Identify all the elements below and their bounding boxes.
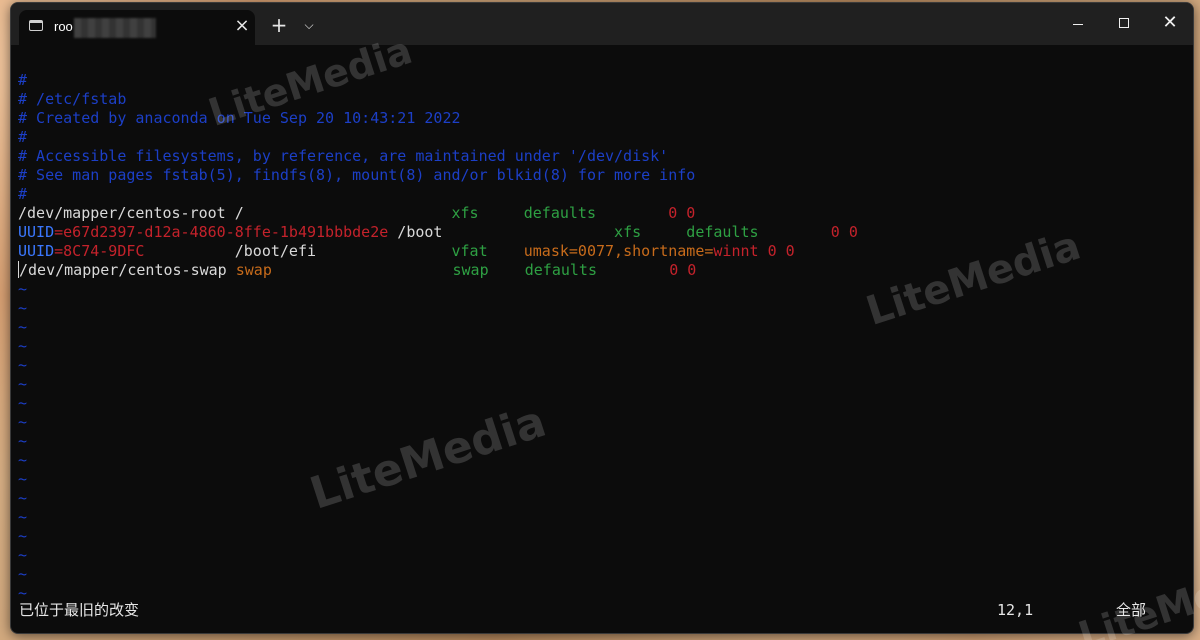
- line-segment: swap: [235, 261, 272, 279]
- line-segment: xfs: [614, 223, 642, 241]
- line-segment: [272, 261, 453, 279]
- cursor-position: 12,1: [997, 601, 1034, 619]
- file-line: # Accessible filesystems, by reference, …: [18, 147, 1188, 166]
- vim-editor-content[interactable]: # # /etc/fstab # Created by anaconda on Tu…: [18, 71, 1188, 601]
- file-line: # Created by anaconda on Tue Sep 20 10:4…: [18, 109, 1188, 128]
- empty-line-tilde: ~: [18, 546, 28, 564]
- close-button[interactable]: ✕: [1147, 3, 1193, 45]
- file-line: /dev/mapper/centos-root / xfs defaults 0…: [18, 204, 1188, 223]
- line-segment: defaults: [686, 223, 759, 241]
- minimize-button[interactable]: [1055, 3, 1101, 45]
- tab-close-icon[interactable]: ×: [233, 17, 251, 35]
- file-line: #: [18, 71, 1188, 90]
- line-segment: xfs: [451, 204, 479, 222]
- title-bar: roo × + ⌵ ✕: [11, 3, 1193, 45]
- maximize-button[interactable]: [1101, 3, 1147, 45]
- line-segment: =: [54, 223, 64, 241]
- line-segment: 0 0: [669, 261, 697, 279]
- file-line: #: [18, 128, 1188, 147]
- empty-line-tilde: ~: [18, 375, 28, 393]
- file-line: #: [18, 185, 1188, 204]
- line-segment: defaults: [524, 261, 597, 279]
- line-segment: # /etc/fstab: [18, 90, 127, 108]
- file-line: /dev/mapper/centos-swap swap swap defaul…: [18, 261, 1188, 280]
- line-segment: e67d2397-d12a-4860-8ffe-1b491bbbde2e: [63, 223, 389, 241]
- line-segment: [597, 261, 669, 279]
- empty-line-tilde: ~: [18, 356, 28, 374]
- empty-line-tilde: ~: [18, 508, 28, 526]
- line-segment: # See man pages fstab(5), findfs(8), mou…: [18, 166, 696, 184]
- line-segment: #: [18, 71, 28, 89]
- line-segment: 8C74-9DFC: [63, 242, 145, 260]
- tab-dropdown-button[interactable]: ⌵: [300, 17, 318, 33]
- empty-line-tilde: ~: [18, 394, 28, 412]
- line-segment: # Accessible filesystems, by reference, …: [18, 147, 669, 165]
- line-segment: UUID: [18, 223, 55, 241]
- line-segment: UUID: [18, 242, 55, 260]
- line-segment: /boot: [388, 223, 615, 241]
- line-segment: umask=0077,shortname=: [523, 242, 714, 260]
- line-segment: swap: [452, 261, 489, 279]
- status-message: 已位于最旧的改变: [19, 601, 140, 619]
- empty-line-tilde: ~: [18, 451, 28, 469]
- file-line: # /etc/fstab: [18, 90, 1188, 109]
- line-segment: 0 0: [668, 204, 696, 222]
- maximize-icon: [1119, 18, 1129, 28]
- new-tab-button[interactable]: +: [270, 15, 288, 35]
- file-line: # See man pages fstab(5), findfs(8), mou…: [18, 166, 1188, 185]
- line-segment: [596, 204, 668, 222]
- line-segment: [759, 223, 831, 241]
- line-segment: [488, 242, 524, 260]
- line-segment: # Created by anaconda on Tue Sep 20 10:4…: [18, 109, 461, 127]
- line-segment: 0 0: [767, 242, 795, 260]
- empty-line-tilde: ~: [18, 470, 28, 488]
- file-line: UUID=e67d2397-d12a-4860-8ffe-1b491bbbde2…: [18, 223, 1188, 242]
- line-segment: [759, 242, 768, 260]
- empty-line-tilde: ~: [18, 489, 28, 507]
- empty-line-tilde: ~: [18, 413, 28, 431]
- line-segment: /dev/mapper/centos-root /: [18, 204, 452, 222]
- empty-line-tilde: ~: [18, 337, 28, 355]
- tab-title: roo: [54, 19, 73, 34]
- line-segment: /boot/efi: [144, 242, 452, 260]
- line-segment: [641, 223, 686, 241]
- empty-line-tilde: ~: [18, 565, 28, 583]
- minimize-icon: [1073, 24, 1083, 25]
- line-segment: 0 0: [830, 223, 858, 241]
- empty-line-tilde: ~: [18, 527, 28, 545]
- empty-line-tilde: ~: [18, 299, 28, 317]
- line-segment: /dev/mapper/centos-swap: [19, 261, 236, 279]
- vim-status-line: 已位于最旧的改变 12,1 全部: [11, 599, 1193, 621]
- tab-active[interactable]: roo ×: [19, 10, 255, 45]
- line-segment: #: [18, 128, 28, 146]
- line-segment: #: [18, 185, 28, 203]
- redacted-title-blur: [74, 18, 156, 38]
- empty-line-tilde: ~: [18, 318, 28, 336]
- terminal-icon: [29, 20, 43, 31]
- line-segment: =: [54, 242, 64, 260]
- file-line: UUID=8C74-9DFC /boot/efi vfat umask=0077…: [18, 242, 1188, 261]
- line-segment: vfat: [451, 242, 488, 260]
- line-segment: winnt: [713, 242, 759, 260]
- close-icon: ✕: [1162, 12, 1178, 33]
- scroll-indicator: 全部: [1116, 601, 1147, 619]
- line-segment: defaults: [523, 204, 596, 222]
- empty-line-tilde: ~: [18, 432, 28, 450]
- terminal-window: roo × + ⌵ ✕ # # /etc/fstab # Created by an…: [10, 2, 1194, 634]
- empty-line-tilde: ~: [18, 280, 28, 298]
- line-segment: [479, 204, 524, 222]
- line-segment: [489, 261, 525, 279]
